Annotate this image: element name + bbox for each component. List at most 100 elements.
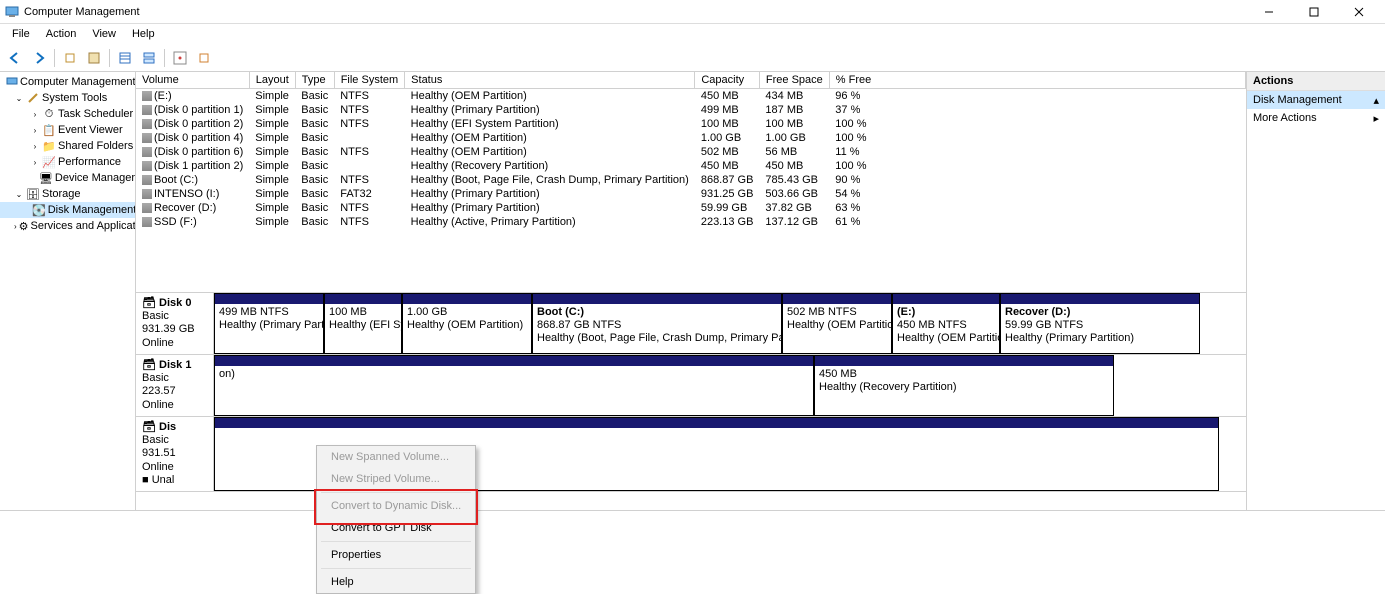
tree-system-tools[interactable]: ⌄ System Tools <box>0 90 135 106</box>
table-cell: Healthy (Primary Partition) <box>405 201 695 215</box>
menu-help[interactable]: Help <box>124 26 163 42</box>
refresh-button[interactable] <box>59 47 81 69</box>
table-cell: Simple <box>249 159 295 173</box>
tree-label: Device Manager <box>55 172 135 184</box>
menu-view[interactable]: View <box>84 26 124 42</box>
device-icon: 🖥 <box>39 171 53 185</box>
column-header[interactable]: Type <box>295 72 334 89</box>
disk-partition[interactable]: Recover (D:)59.99 GB NTFSHealthy (Primar… <box>1000 293 1200 354</box>
menu-action[interactable]: Action <box>38 26 85 42</box>
expand-icon[interactable]: › <box>30 157 40 167</box>
column-header[interactable]: Volume <box>136 72 249 89</box>
table-cell: Basic <box>295 145 334 159</box>
column-header[interactable]: File System <box>334 72 404 89</box>
minimize-button[interactable] <box>1246 0 1291 24</box>
status-bar <box>0 510 1385 528</box>
volume-row[interactable]: (E:)SimpleBasicNTFSHealthy (OEM Partitio… <box>136 89 1246 104</box>
disk-partition[interactable]: on) <box>214 355 814 416</box>
expand-icon[interactable]: › <box>14 221 17 231</box>
table-cell: Healthy (EFI System Partition) <box>405 117 695 131</box>
expand-icon[interactable]: ⌄ <box>14 93 24 103</box>
volume-row[interactable]: (Disk 0 partition 6)SimpleBasicNTFSHealt… <box>136 145 1246 159</box>
actions-more[interactable]: More Actions▸ <box>1247 109 1385 128</box>
ctx-convert-gpt[interactable]: Convert to GPT Disk <box>317 517 475 539</box>
table-cell: NTFS <box>334 173 404 187</box>
actions-label: More Actions <box>1253 112 1317 125</box>
volume-row[interactable]: INTENSO (I:)SimpleBasicFAT32Healthy (Pri… <box>136 187 1246 201</box>
forward-button[interactable] <box>28 47 50 69</box>
table-cell: Simple <box>249 103 295 117</box>
table-cell: SSD (F:) <box>136 215 249 229</box>
volume-row[interactable]: SSD (F:)SimpleBasicNTFSHealthy (Active, … <box>136 215 1246 229</box>
volume-row[interactable]: (Disk 0 partition 2)SimpleBasicNTFSHealt… <box>136 117 1246 131</box>
tree-root[interactable]: Computer Management (Local <box>0 74 135 90</box>
tree-device-manager[interactable]: 🖥Device Manager <box>0 170 135 186</box>
tree-shared-folders[interactable]: ›📁Shared Folders <box>0 138 135 154</box>
volume-table[interactable]: VolumeLayoutTypeFile SystemStatusCapacit… <box>136 72 1246 229</box>
table-cell: 785.43 GB <box>759 173 829 187</box>
close-button[interactable] <box>1336 0 1381 24</box>
tree-performance[interactable]: ›📈Performance <box>0 154 135 170</box>
volume-row[interactable]: Boot (C:)SimpleBasicNTFSHealthy (Boot, P… <box>136 173 1246 187</box>
table-cell: 503.66 GB <box>759 187 829 201</box>
expand-icon[interactable]: ⌄ <box>14 189 24 199</box>
services-icon: ⚙ <box>19 219 29 233</box>
settings-button[interactable] <box>169 47 191 69</box>
back-button[interactable] <box>4 47 26 69</box>
tree-label: Event Viewer <box>58 124 123 136</box>
volume-row[interactable]: (Disk 1 partition 2)SimpleBasicHealthy (… <box>136 159 1246 173</box>
tree-storage[interactable]: ⌄🗄Storage <box>0 186 135 202</box>
volume-row[interactable]: Recover (D:)SimpleBasicNTFSHealthy (Prim… <box>136 201 1246 215</box>
ctx-properties[interactable]: Properties <box>317 544 475 566</box>
disk-header[interactable]: 🗃 DisBasic931.51Online■ Unal <box>136 417 214 491</box>
disk-graphical-view[interactable]: 🗃 Disk 0Basic931.39 GBOnline499 MB NTFSH… <box>136 293 1246 510</box>
disk-partition[interactable]: 450 MBHealthy (Recovery Partition) <box>814 355 1114 416</box>
disk-row[interactable]: 🗃 Disk 1Basic223.57Onlineon)450 MBHealth… <box>136 355 1246 417</box>
column-header[interactable]: Free Space <box>759 72 829 89</box>
disk-partition[interactable]: 1.00 GBHealthy (OEM Partition) <box>402 293 532 354</box>
menu-file[interactable]: File <box>4 26 38 42</box>
expand-icon[interactable]: › <box>30 125 40 135</box>
toolbar <box>0 44 1385 72</box>
expand-icon[interactable]: › <box>30 109 40 119</box>
disk-partition[interactable]: 502 MB NTFSHealthy (OEM Partition) <box>782 293 892 354</box>
disk-header[interactable]: 🗃 Disk 1Basic223.57Online <box>136 355 214 416</box>
table-cell: INTENSO (I:) <box>136 187 249 201</box>
column-header[interactable]: Capacity <box>695 72 760 89</box>
disk-partition[interactable]: 499 MB NTFSHealthy (Primary Partition) <box>214 293 324 354</box>
disk-partition[interactable]: (E:)450 MB NTFSHealthy (OEM Partition) <box>892 293 1000 354</box>
disk-row[interactable]: 🗃 Disk 0Basic931.39 GBOnline499 MB NTFSH… <box>136 293 1246 355</box>
nav-tree[interactable]: Computer Management (Local ⌄ System Tool… <box>0 72 136 510</box>
table-cell: Boot (C:) <box>136 173 249 187</box>
disk-partition[interactable]: 100 MBHealthy (EFI System <box>324 293 402 354</box>
table-cell: 187 MB <box>759 103 829 117</box>
actions-disk-management[interactable]: Disk Management▴ <box>1247 91 1385 109</box>
disk-partition[interactable]: Boot (C:)868.87 GB NTFSHealthy (Boot, Pa… <box>532 293 782 354</box>
help-button[interactable] <box>193 47 215 69</box>
volume-row[interactable]: (Disk 0 partition 1)SimpleBasicNTFSHealt… <box>136 103 1246 117</box>
volume-row[interactable]: (Disk 0 partition 4)SimpleBasicHealthy (… <box>136 131 1246 145</box>
tree-disk-management[interactable]: 💽Disk Management <box>0 202 135 218</box>
tree-event-viewer[interactable]: ›📋Event Viewer <box>0 122 135 138</box>
table-cell: 54 % <box>829 187 1245 201</box>
expand-icon[interactable]: › <box>30 141 40 151</box>
tree-services[interactable]: ›⚙Services and Applications <box>0 218 135 234</box>
table-cell: (Disk 0 partition 4) <box>136 131 249 145</box>
event-icon: 📋 <box>42 123 56 137</box>
column-header[interactable]: Layout <box>249 72 295 89</box>
tree-task-scheduler[interactable]: ›⏱Task Scheduler <box>0 106 135 122</box>
properties-button[interactable] <box>83 47 105 69</box>
disk-row[interactable]: 🗃 DisBasic931.51Online■ Unal <box>136 417 1246 492</box>
ctx-help[interactable]: Help <box>317 571 475 593</box>
disk-header[interactable]: 🗃 Disk 0Basic931.39 GBOnline <box>136 293 214 354</box>
table-cell: Simple <box>249 145 295 159</box>
table-cell: (Disk 1 partition 2) <box>136 159 249 173</box>
view-detail-button[interactable] <box>138 47 160 69</box>
table-cell: 450 MB <box>759 159 829 173</box>
column-header[interactable]: % Free <box>829 72 1245 89</box>
view-list-button[interactable] <box>114 47 136 69</box>
separator <box>321 568 471 569</box>
column-header[interactable]: Status <box>405 72 695 89</box>
separator <box>321 541 471 542</box>
maximize-button[interactable] <box>1291 0 1336 24</box>
